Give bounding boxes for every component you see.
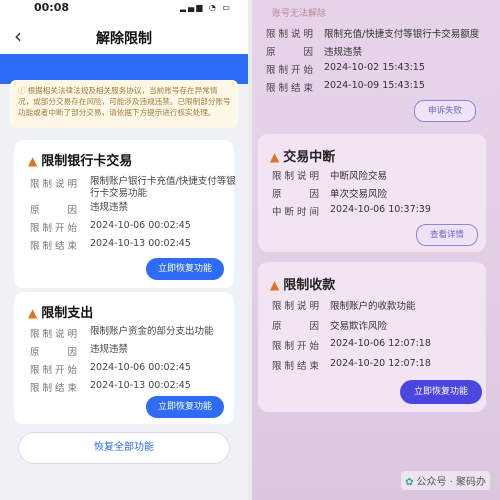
detail-row: 限制说明 限制账户资金的部分支出功能 [30,326,214,340]
restore-button[interactable]: 立即恢复功能 [400,380,482,404]
notice-text: 根据相关法律法规及相关服务协议，当前账号存在异常情况，或部分交易存在风险，可能涉… [18,86,231,117]
warning-icon: ▲ [270,278,280,292]
detail-row: 限制说明 限制账户银行卡充值/快捷支付等银行卡交易功能 [30,176,236,199]
restriction-card-spending: ▲ 限制支出 限制说明 限制账户资金的部分支出功能 原 因违规违禁 限制开始 2024… [14,292,234,424]
detail-row: 原 因违规违禁 [266,47,363,58]
detail-row: 限制开始 2024-10-06 00:02:45 [30,220,191,234]
detail-row: 限制说明 限制充值/快捷支付等银行卡交易额度 [266,29,480,40]
status-icons: ▂▄▆ ◔ ▭ [179,3,232,12]
nav-bar: ‹ 解除限制 [0,18,248,54]
detail-row: 原 因违规违禁 [30,344,129,358]
faint-text: 账号无法解除 [272,9,327,19]
detail-row: 原 因交易欺诈风险 [272,321,388,332]
card-title: ▲ 限制收款 [270,278,336,293]
card-title: ▲ 限制银行卡交易 [28,154,133,169]
detail-row: 原 因单次交易风险 [272,189,388,200]
restriction-card-interrupt: ▲ 交易中断 限制说明 中断风险交易 原 因单次交易风险 中断时间 2024-10-0… [258,134,486,252]
card-title: ▲ 交易中断 [270,150,336,165]
left-screenshot: 00:08 ▂▄▆ ◔ ▭ ‹ 解除限制 ⓘ 根据相关法律法规及相关服务协议，当前… [0,0,248,500]
restore-button[interactable]: 立即恢复功能 [146,396,224,418]
status-time: 00:08 [34,1,70,14]
detail-row: 原 因违规违禁 [30,202,129,216]
detail-row: 限制结束 2024-10-20 12:07:18 [272,358,431,372]
page-title: 解除限制 [96,31,152,47]
notice-banner: ⓘ 根据相关法律法规及相关服务协议，当前账号存在异常情况，或部分交易存在风险，可能… [10,80,238,128]
detail-row: 限制结束 2024-10-09 15:43:15 [266,80,425,94]
info-icon: ⓘ [18,86,26,95]
detail-row: 中断时间 2024-10-06 10:37:39 [272,204,431,218]
restriction-card-receive: ▲ 限制收款 限制说明 限制账户的收款功能 原 因交易欺诈风险 限制开始 2024-1… [258,262,486,412]
detail-row: 限制结束 2024-10-13 00:02:45 [30,380,191,394]
screen: 账号无法解除 限制说明 限制充值/快捷支付等银行卡交易额度 原 因违规违禁 限制开… [252,0,500,500]
restriction-card-bank: ▲ 限制银行卡交易 限制说明 限制账户银行卡充值/快捷支付等银行卡交易功能 原 因违… [14,140,236,288]
detail-row: 限制结束 2024-10-13 00:02:45 [30,238,191,252]
card-title: ▲ 限制支出 [28,306,94,321]
detail-row: 限制开始 2024-10-06 12:07:18 [272,338,431,352]
warning-icon: ▲ [270,150,280,164]
detail-row: 限制说明 限制账户的收款功能 [272,301,416,312]
view-details-button[interactable]: 查看详情 [416,224,478,246]
warning-icon: ▲ [28,306,38,320]
warning-icon: ▲ [28,154,38,168]
detail-row: 限制开始 2024-10-02 15:43:15 [266,62,425,76]
detail-row: 限制说明 中断风险交易 [272,171,388,182]
right-screenshot: 账号无法解除 限制说明 限制充值/快捷支付等银行卡交易额度 原 因违规违禁 限制开… [252,0,500,500]
detail-row: 限制开始 2024-10-06 00:02:45 [30,362,191,376]
restore-all-button[interactable]: 恢复全部功能 [18,432,230,464]
restore-button[interactable]: 立即恢复功能 [146,258,224,280]
wechat-icon: ✿ [405,477,414,488]
watermark: ✿ 公众号 · 聚码办 [401,471,490,490]
appeal-failed-button[interactable]: 申诉失败 [414,100,476,122]
status-bar: 00:08 ▂▄▆ ◔ ▭ [0,0,248,18]
